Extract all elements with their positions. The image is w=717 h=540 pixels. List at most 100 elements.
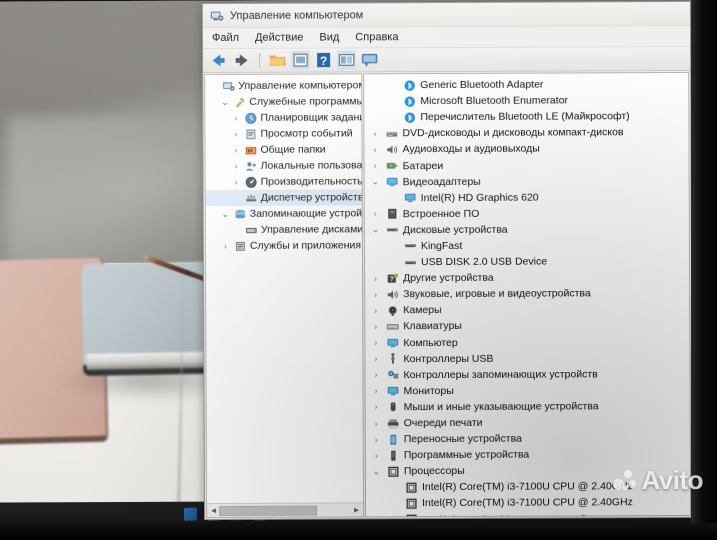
device-list-item[interactable]: › Контроллеры USB <box>367 350 689 367</box>
device-list-item[interactable]: › Звуковые, игровые и видеоустройства <box>367 285 689 302</box>
chevron-right-icon[interactable]: › <box>368 129 381 138</box>
up-folder-icon[interactable] <box>268 51 287 70</box>
chevron-right-icon[interactable]: › <box>369 161 382 170</box>
tree-item-0[interactable]: Управление компьютером (ло <box>205 77 363 94</box>
menu-item-action[interactable]: Действие <box>255 32 303 44</box>
tree-item-9[interactable]: Управление дисками <box>206 221 363 238</box>
scroll-right-arrow-icon[interactable]: ► <box>351 505 362 514</box>
chevron-right-icon[interactable]: › <box>368 145 381 154</box>
device-list-item[interactable]: › Переносные устройства <box>368 430 690 447</box>
tree-item-1[interactable]: ⌄ Служебные программы <box>205 93 363 110</box>
firmware-icon <box>386 208 399 221</box>
chevron-right-icon[interactable]: › <box>370 451 383 460</box>
tree-item-6[interactable]: › Производительность <box>206 173 363 190</box>
properties-icon[interactable] <box>291 50 311 70</box>
chevron-right-icon[interactable]: › <box>370 419 383 428</box>
device-list-item[interactable]: › Клавиатуры <box>367 317 689 334</box>
menu-item-file[interactable]: Файл <box>212 32 239 44</box>
device-list-item[interactable]: › Камеры <box>367 301 689 318</box>
toolbar[interactable]: ? <box>203 46 691 74</box>
device-list-item[interactable]: USB DISK 2.0 USB Device <box>367 253 689 270</box>
chevron-right-icon[interactable]: › <box>370 387 383 396</box>
chevron-right-icon[interactable]: › <box>370 435 383 444</box>
device-list-item-label: Программные устройства <box>403 448 530 462</box>
tree-item-8[interactable]: ⌄ Запоминающие устройств <box>206 205 363 222</box>
device-list-item[interactable]: › Программные устройства <box>368 446 690 463</box>
menu-bar[interactable]: Файл Действие Вид Справка <box>202 25 691 50</box>
chevron-right-icon[interactable]: › <box>369 290 382 299</box>
device-list-item[interactable]: › Мыши и иные указывающие устройства <box>368 398 690 415</box>
chevron-right-icon[interactable]: › <box>220 241 231 250</box>
chevron-right-icon[interactable]: › <box>231 177 242 186</box>
tree-item-7[interactable]: Диспетчер устройств <box>205 189 363 207</box>
menu-item-view[interactable]: Вид <box>319 31 339 43</box>
back-arrow-icon[interactable] <box>209 51 228 70</box>
device-list-item[interactable]: Generic Bluetooth Adapter <box>366 76 688 93</box>
laptop-bezel-bottom <box>0 523 717 540</box>
device-list-item[interactable]: Перечислитель Bluetooth LE (Майкрософт) <box>366 108 688 125</box>
device-list-item[interactable]: Intel(R) Core(TM) i3-7100U CPU @ 2.40GHz <box>368 510 690 518</box>
audio-icon <box>385 143 398 156</box>
chevron-down-icon[interactable]: ⌄ <box>369 176 382 187</box>
chevron-right-icon[interactable]: › <box>369 354 382 363</box>
tree-item-3[interactable]: › Просмотр событий <box>205 125 361 142</box>
other-devices-icon: ?! <box>386 272 399 285</box>
chevron-right-icon[interactable]: › <box>230 129 241 138</box>
chevron-right-icon[interactable]: › <box>369 306 382 315</box>
device-list-item[interactable]: Intel(R) HD Graphics 620 <box>367 189 689 206</box>
avito-logo-icon <box>613 469 637 492</box>
device-list-item[interactable]: › Компьютер <box>367 333 689 350</box>
console-tree-pane[interactable]: Управление компьютером (ло ⌄ Служебные про… <box>204 73 365 519</box>
device-list-item[interactable]: › Аудиовходы и аудиовыходы <box>366 140 688 157</box>
chevron-down-icon[interactable]: ⌄ <box>220 208 231 219</box>
chevron-right-icon[interactable]: › <box>370 403 383 412</box>
chevron-down-icon[interactable]: ⌄ <box>219 96 230 107</box>
device-list-item[interactable]: ›?! Другие устройства <box>367 269 689 286</box>
scrollbar-track[interactable] <box>219 505 351 516</box>
chevron-right-icon[interactable]: › <box>230 145 241 154</box>
device-manager-list[interactable]: Generic Bluetooth Adapter Microsoft Bluet… <box>363 71 692 518</box>
chevron-right-icon[interactable]: › <box>369 338 382 347</box>
list-view-icon[interactable] <box>337 50 357 70</box>
forward-arrow-icon[interactable] <box>232 51 251 70</box>
tree-item-4[interactable]: › Общие папки <box>205 141 361 158</box>
chevron-right-icon[interactable]: › <box>369 274 382 283</box>
device-list-item[interactable]: Microsoft Bluetooth Enumerator <box>366 92 688 109</box>
taskbar-icon-explorer[interactable] <box>183 507 198 521</box>
chevron-right-icon[interactable]: › <box>230 113 241 122</box>
device-list-item[interactable]: › Встроенное ПО <box>367 205 689 222</box>
device-list-item[interactable]: › Очереди печати <box>368 414 690 431</box>
chevron-right-icon[interactable]: › <box>369 210 382 219</box>
tree-item-2[interactable]: › Планировщик заданий <box>205 109 364 126</box>
device-list-item-label: Intel(R) HD Graphics 620 <box>420 191 539 204</box>
chevron-down-icon[interactable]: ⌄ <box>370 466 383 477</box>
window-titlebar[interactable]: Управление компьютером <box>202 1 690 29</box>
menu-item-help[interactable]: Справка <box>355 31 398 43</box>
chevron-right-icon[interactable]: › <box>231 161 242 170</box>
tree-item-label: Планировщик заданий <box>260 111 364 124</box>
chevron-right-icon[interactable]: › <box>369 322 382 331</box>
computer-management-window[interactable]: Управление компьютером Файл Действие Вид… <box>201 0 694 521</box>
console-tree[interactable]: Управление компьютером (ло ⌄ Служебные про… <box>205 74 363 503</box>
device-list-item[interactable]: Intel(R) Core(TM) i3-7100U CPU @ 2.40GHz <box>368 494 690 511</box>
battery-icon <box>386 159 399 172</box>
device-list-item[interactable]: KingFast <box>367 237 689 254</box>
tree-horizontal-scrollbar[interactable]: ◄ ► <box>207 502 364 518</box>
chevron-down-icon[interactable]: ⌄ <box>369 225 382 236</box>
device-list-item[interactable]: › Батареи <box>367 156 689 173</box>
laptop-bezel-right <box>691 0 717 540</box>
device-list-item[interactable]: › Контроллеры запоминающих устройств <box>367 366 689 383</box>
help-icon[interactable]: ? <box>314 50 333 69</box>
device-list-item[interactable]: ⌄ Видеоадаптеры <box>367 173 689 190</box>
console-icon[interactable] <box>360 50 379 69</box>
device-list-item-label: Очереди печати <box>403 416 483 430</box>
chevron-right-icon[interactable]: › <box>369 371 382 380</box>
device-list-item[interactable]: › DVD-дисководы и дисководы компакт-диско… <box>366 124 688 141</box>
device-list-item[interactable]: › Мониторы <box>368 382 690 399</box>
scrollbar-thumb[interactable] <box>219 505 318 516</box>
tree-item-10[interactable]: › Службы и приложения <box>206 237 362 254</box>
shared-folders-icon <box>244 143 257 156</box>
device-list-item[interactable]: ⌄ Дисковые устройства <box>367 221 689 238</box>
scroll-left-arrow-icon[interactable]: ◄ <box>208 506 219 515</box>
tree-item-5[interactable]: › Локальные пользовате <box>206 157 363 174</box>
